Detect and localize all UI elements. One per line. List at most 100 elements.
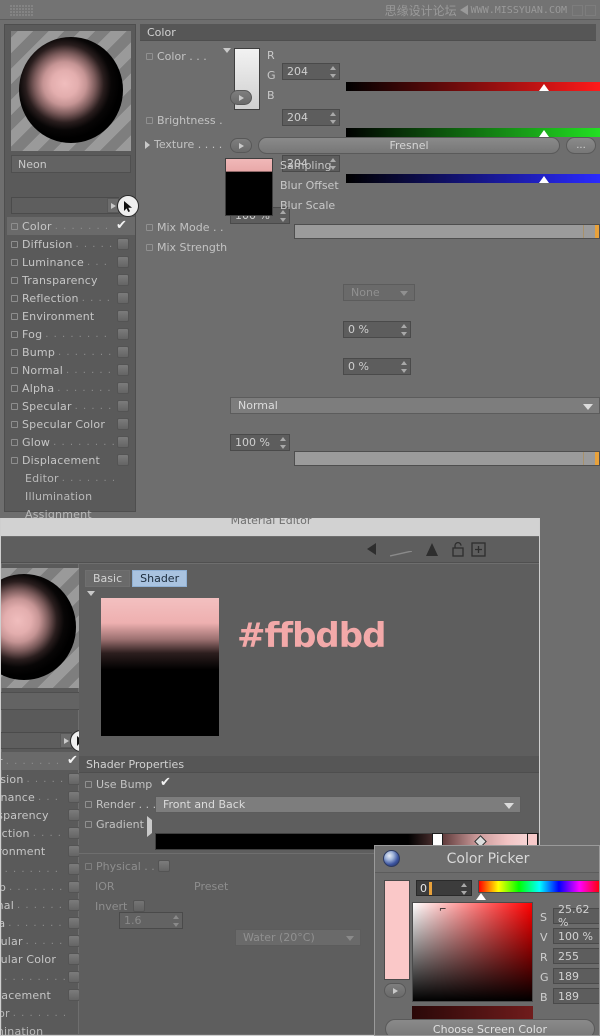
bottom-material-name-field[interactable] [1, 692, 84, 710]
channel-checkbox[interactable] [117, 256, 129, 268]
channel-checkbox[interactable] [117, 400, 129, 412]
channel-radio[interactable] [11, 276, 18, 284]
blur-scale-field[interactable]: 0 % [343, 358, 411, 375]
g-spinner[interactable] [329, 112, 336, 124]
bottom-material-preview[interactable] [1, 568, 84, 688]
channel-radio[interactable] [11, 420, 18, 428]
channel-item-environment[interactable]: Environment [7, 307, 135, 325]
channel-radio[interactable] [11, 402, 18, 410]
color-picker-titlebar[interactable]: Color Picker [375, 846, 599, 872]
channel-item-displacement[interactable]: Displacement [1, 986, 86, 1004]
color-row-radio[interactable] [146, 53, 153, 60]
hue-input-field[interactable]: 0 [416, 880, 472, 896]
maximize-button[interactable] [585, 4, 596, 16]
current-color-strip[interactable] [384, 880, 410, 980]
shader-expand-icon[interactable] [87, 591, 95, 609]
channel-checkbox[interactable] [117, 346, 129, 358]
cp-g-field[interactable]: 189 [553, 968, 599, 984]
g-slider-knob[interactable] [539, 130, 549, 137]
channel-item-color[interactable]: Color. . . . . . .✔ [1, 752, 86, 770]
channel-item-transparency[interactable]: Transparency [7, 271, 135, 289]
channel-item-bump[interactable]: Bump. . . . . . . [1, 878, 86, 896]
channel-item-reflection[interactable]: Reflection. . . . [1, 824, 86, 842]
texture-thumbnail[interactable] [225, 158, 273, 216]
top-window-titlebar[interactable]: 思缘设计论坛 WWW.MISSYUAN.COM [0, 0, 600, 20]
channel-radio[interactable] [11, 240, 18, 248]
channel-item-displacement[interactable]: Displacement [7, 451, 135, 469]
render-dropdown[interactable]: Front and Back [155, 796, 521, 813]
channel-radio[interactable] [11, 438, 18, 446]
mix-strength-slider[interactable] [294, 451, 600, 466]
texture-more-button[interactable]: ... [566, 137, 596, 154]
channel-item-luminance[interactable]: Luminance. . . [1, 788, 86, 806]
channel-item-illumination[interactable]: Illumination [7, 487, 135, 505]
channel-checkbox[interactable] [117, 274, 129, 286]
ior-spinner[interactable] [172, 915, 179, 927]
channel-checkbox[interactable] [117, 292, 129, 304]
v-field[interactable]: 100 % [553, 928, 599, 944]
channel-radio[interactable] [11, 348, 18, 356]
material-name-field[interactable]: Neon [11, 155, 131, 173]
channel-radio[interactable] [11, 456, 18, 464]
shader-gradient-preview[interactable] [101, 598, 219, 736]
b-slider-knob[interactable] [539, 176, 549, 183]
texture-shader-button[interactable]: Fresnel [258, 137, 560, 154]
texture-path-field[interactable] [11, 197, 119, 214]
g-field[interactable]: 204 [282, 109, 340, 126]
channel-checkbox[interactable] [117, 436, 129, 448]
gradient-expand-icon[interactable] [147, 816, 152, 837]
blur-offset-spinner[interactable] [400, 324, 407, 336]
preset-dropdown[interactable]: Water (20°C) [235, 929, 361, 946]
channel-checkbox[interactable] [117, 310, 129, 322]
mix-strength-spinner[interactable] [279, 437, 286, 449]
channel-item-specular-color[interactable]: Specular Color [1, 950, 86, 968]
channel-item-fog[interactable]: Fog. . . . . . . . [1, 860, 86, 878]
texture-arrow-button[interactable] [230, 138, 252, 153]
physical-radio[interactable] [85, 863, 92, 870]
channel-item-alpha[interactable]: Alpha. . . . . . . [7, 379, 135, 397]
channel-checkbox[interactable] [117, 364, 129, 376]
channel-checkbox[interactable] [117, 238, 129, 250]
use-bump-checkbox[interactable]: ✔ [160, 776, 171, 789]
sampling-dropdown[interactable]: None [343, 284, 415, 301]
r-slider-knob[interactable] [539, 84, 549, 91]
channel-item-fog[interactable]: Fog. . . . . . . . [7, 325, 135, 343]
up-arrow-icon[interactable] [425, 542, 439, 560]
mix-strength-radio[interactable] [146, 244, 153, 251]
channel-item-reflection[interactable]: Reflection. . . . [7, 289, 135, 307]
brightness-radio[interactable] [146, 117, 153, 124]
channel-radio[interactable] [11, 384, 18, 392]
mix-mode-dropdown[interactable]: Normal [230, 397, 600, 414]
channel-item-specular[interactable]: Specular. . . . . [7, 397, 135, 415]
channel-item-editor[interactable]: Editor. . . . . . . [1, 1004, 86, 1022]
cp-r-field[interactable]: 255 [553, 948, 599, 964]
brightness-slider[interactable] [294, 224, 600, 239]
r-slider[interactable] [346, 82, 600, 91]
bottom-window-title[interactable]: Material Editor [1, 518, 539, 536]
channel-item-diffusion[interactable]: Diffusion. . . . . [7, 235, 135, 253]
channel-item-bump[interactable]: Bump. . . . . . . [7, 343, 135, 361]
physical-checkbox[interactable] [158, 860, 170, 872]
channel-radio[interactable] [11, 222, 18, 230]
mix-mode-radio[interactable] [146, 224, 153, 231]
channel-item-specular[interactable]: Specular. . . . . [1, 932, 86, 950]
hue-spinner[interactable] [460, 883, 467, 895]
render-radio[interactable] [85, 801, 92, 808]
channel-radio[interactable] [11, 312, 18, 320]
mix-strength-field[interactable]: 100 % [230, 434, 290, 451]
channel-item-environment[interactable]: Environment [1, 842, 86, 860]
channel-item-glow[interactable]: Glow. . . . . . . . [1, 968, 86, 986]
s-field[interactable]: 25.62 % [553, 903, 599, 929]
b-slider[interactable] [346, 174, 600, 183]
blur-offset-field[interactable]: 0 % [343, 321, 411, 338]
channel-item-editor[interactable]: Editor. . . . . . . [7, 469, 135, 487]
g-slider[interactable] [346, 128, 600, 137]
add-icon[interactable] [471, 542, 486, 560]
mix-strength-slider-handle[interactable] [595, 452, 599, 465]
channel-item-diffusion[interactable]: Diffusion. . . . . [1, 770, 86, 788]
channel-radio[interactable] [11, 330, 18, 338]
use-bump-radio[interactable] [85, 781, 92, 788]
channel-item-illumination[interactable]: Illumination [1, 1022, 86, 1036]
channel-item-alpha[interactable]: Alpha. . . . . . . [1, 914, 86, 932]
invert-checkbox[interactable] [133, 900, 145, 912]
